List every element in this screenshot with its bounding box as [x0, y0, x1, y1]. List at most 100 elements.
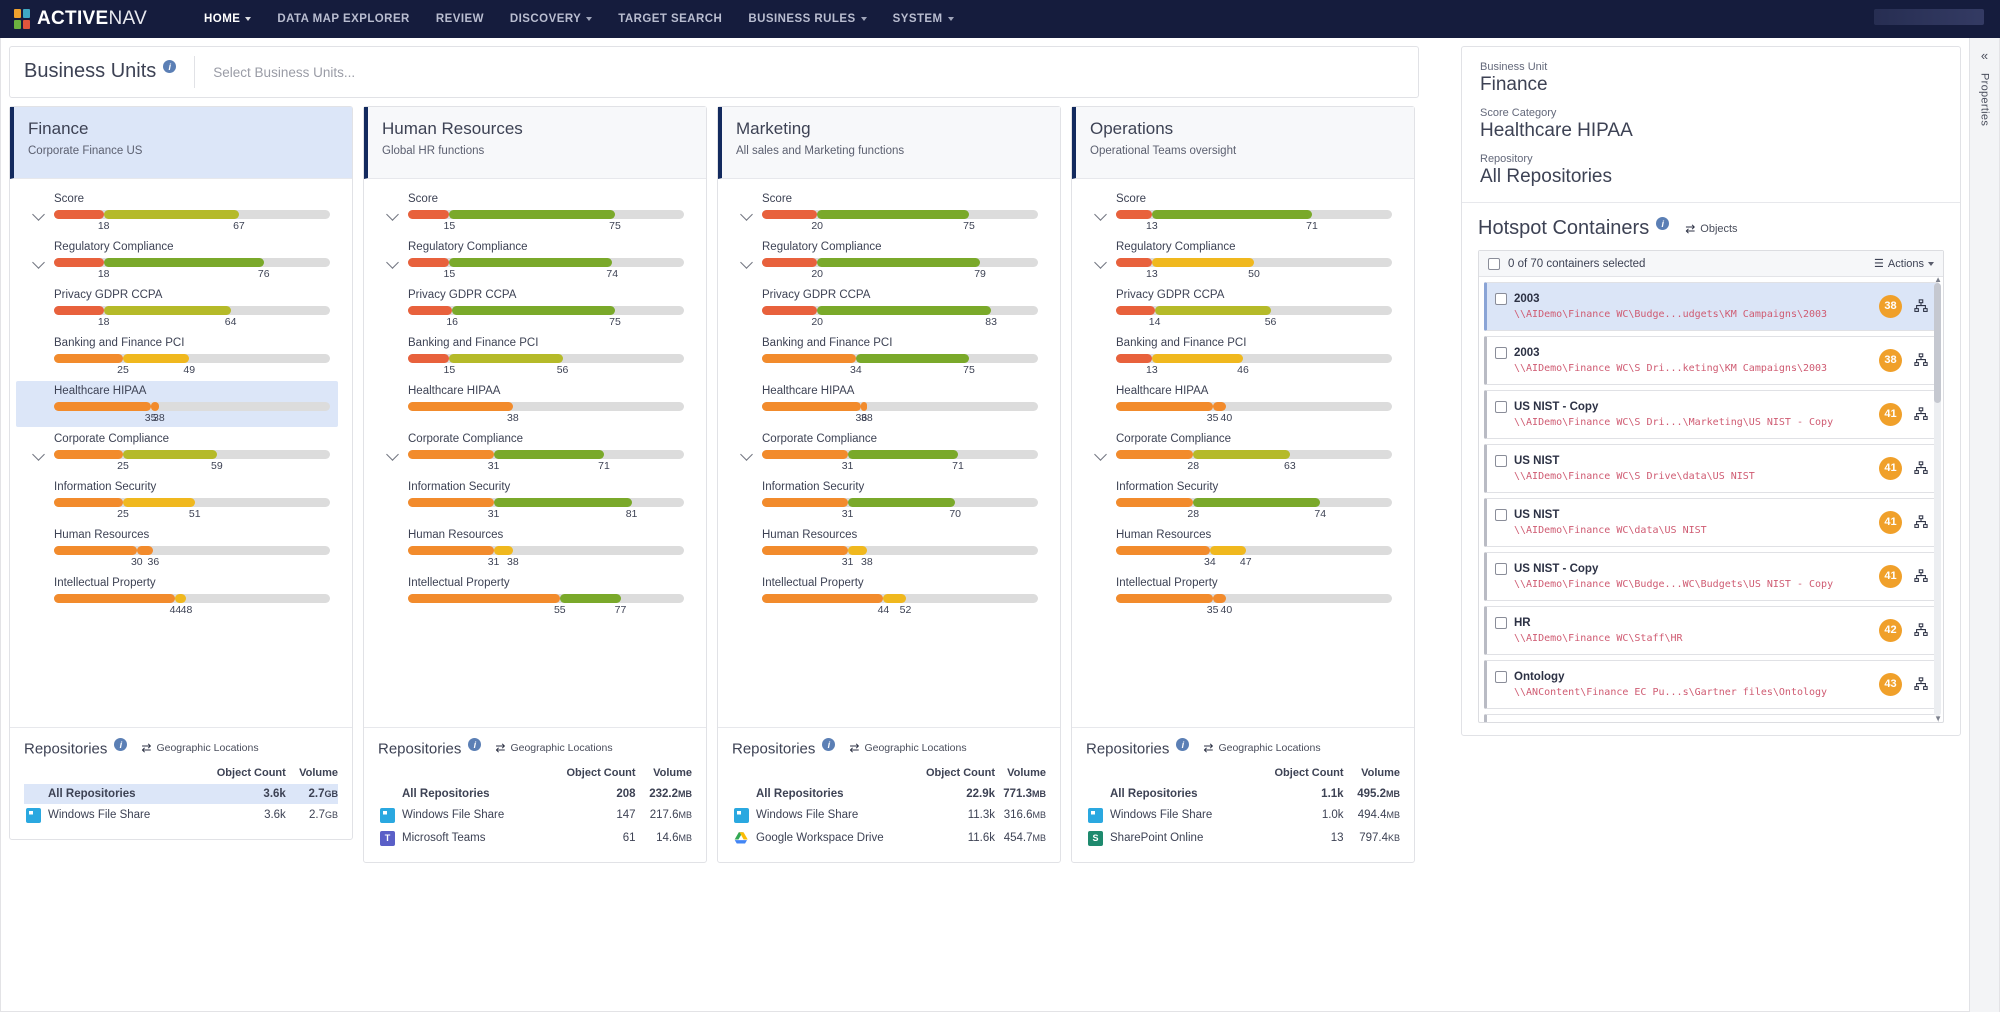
container-checkbox[interactable]: [1495, 617, 1507, 629]
geographic-locations-toggle[interactable]: ⇄Geographic Locations: [495, 742, 612, 754]
container-list-item[interactable]: US NIST\\AIDemo\Finance WC\S Drive\data\…: [1484, 444, 1939, 493]
score-row[interactable]: Human Resources3036: [16, 525, 338, 571]
scrollbar-thumb[interactable]: [1934, 283, 1941, 403]
user-account-menu[interactable]: [1874, 9, 1984, 25]
actions-menu[interactable]: ☰ Actions: [1874, 257, 1934, 270]
business-unit-card[interactable]: OperationsOperational Teams oversight Sco…: [1071, 106, 1415, 863]
info-icon[interactable]: i: [114, 738, 127, 751]
score-row[interactable]: Regulatory Compliance1876: [16, 237, 338, 283]
container-checkbox[interactable]: [1495, 347, 1507, 359]
score-row[interactable]: Privacy GDPR CCPA2083: [724, 285, 1046, 331]
container-checkbox[interactable]: [1495, 455, 1507, 467]
business-unit-card[interactable]: MarketingAll sales and Marketing functio…: [717, 106, 1061, 863]
score-row[interactable]: Privacy GDPR CCPA1456: [1078, 285, 1400, 331]
business-unit-card[interactable]: FinanceCorporate Finance US Score1867Regu…: [9, 106, 353, 840]
table-row[interactable]: SSharePoint Online13797.4KB: [1086, 827, 1400, 850]
container-list-item[interactable]: 2003\\AIDemo\Finance WC\S Dri...keting\K…: [1484, 336, 1939, 385]
hierarchy-icon[interactable]: [1912, 623, 1930, 637]
properties-rail[interactable]: « Properties: [1969, 38, 1999, 1012]
chevron-expand-icon[interactable]: [32, 448, 45, 461]
card-header[interactable]: OperationsOperational Teams oversight: [1072, 107, 1414, 179]
business-unit-card[interactable]: Human ResourcesGlobal HR functions Score1…: [363, 106, 707, 863]
score-row[interactable]: Banking and Finance PCI2549: [16, 333, 338, 379]
score-row[interactable]: Regulatory Compliance2079: [724, 237, 1046, 283]
table-row[interactable]: Windows File Share147217.6MB: [378, 804, 692, 827]
info-icon[interactable]: i: [822, 738, 835, 751]
score-row[interactable]: Corporate Compliance3171: [724, 429, 1046, 475]
chevron-expand-icon[interactable]: [1094, 256, 1107, 269]
hierarchy-icon[interactable]: [1912, 353, 1930, 367]
nav-item-system[interactable]: SYSTEM: [880, 3, 967, 35]
scroll-down-icon[interactable]: ▼: [1934, 714, 1942, 722]
nav-item-discovery[interactable]: DISCOVERY: [497, 3, 605, 35]
info-icon[interactable]: i: [1656, 217, 1669, 230]
score-row[interactable]: Banking and Finance PCI1556: [370, 333, 692, 379]
score-row[interactable]: Information Security3181: [370, 477, 692, 523]
container-list-item[interactable]: US NIST - Copy\\AIDemo\Finance WC\S Dri.…: [1484, 390, 1939, 439]
table-row[interactable]: Google Workspace Drive11.6k454.7MB: [732, 827, 1046, 850]
hierarchy-icon[interactable]: [1912, 515, 1930, 529]
table-row[interactable]: All Repositories3.6k2.7GB: [24, 784, 338, 804]
card-header[interactable]: FinanceCorporate Finance US: [10, 107, 352, 179]
select-all-checkbox[interactable]: [1488, 258, 1500, 270]
container-list-item[interactable]: US NIST - Copy\\AIDemo\Finance WC\Budge.…: [1484, 552, 1939, 601]
geographic-locations-toggle[interactable]: ⇄Geographic Locations: [141, 742, 258, 754]
chevron-expand-icon[interactable]: [386, 448, 399, 461]
score-row[interactable]: Healthcare HIPAA3540: [1078, 381, 1400, 427]
score-row[interactable]: Corporate Compliance3171: [370, 429, 692, 475]
score-row[interactable]: Privacy GDPR CCPA1864: [16, 285, 338, 331]
hierarchy-icon[interactable]: [1912, 569, 1930, 583]
table-row[interactable]: All Repositories1.1k495.2MB: [1086, 784, 1400, 804]
score-row[interactable]: Score1575: [370, 189, 692, 235]
score-row[interactable]: Healthcare HIPAA3638: [724, 381, 1046, 427]
score-row[interactable]: Healthcare HIPAA38: [370, 381, 692, 427]
score-row[interactable]: Human Resources3447: [1078, 525, 1400, 571]
container-checkbox[interactable]: [1495, 509, 1507, 521]
info-icon[interactable]: i: [1176, 738, 1189, 751]
score-row[interactable]: Banking and Finance PCI3475: [724, 333, 1046, 379]
geographic-locations-toggle[interactable]: ⇄Geographic Locations: [1203, 742, 1320, 754]
score-row[interactable]: Score1867: [16, 189, 338, 235]
table-row[interactable]: Windows File Share11.3k316.6MB: [732, 804, 1046, 827]
card-header[interactable]: Human ResourcesGlobal HR functions: [364, 107, 706, 179]
score-row[interactable]: Intellectual Property4452: [724, 573, 1046, 619]
container-checkbox[interactable]: [1495, 671, 1507, 683]
vertical-scrollbar[interactable]: [1934, 283, 1941, 716]
table-row[interactable]: All Repositories22.9k771.3MB: [732, 784, 1046, 804]
container-list-item[interactable]: Ontology\\ANContent\Finance EC Pu...s\Ga…: [1484, 660, 1939, 709]
info-icon[interactable]: i: [468, 738, 481, 751]
hierarchy-icon[interactable]: [1912, 461, 1930, 475]
score-row[interactable]: Human Resources3138: [370, 525, 692, 571]
chevron-expand-icon[interactable]: [740, 208, 753, 221]
table-row[interactable]: Windows File Share3.6k2.7GB: [24, 804, 338, 827]
score-row[interactable]: Score1371: [1078, 189, 1400, 235]
chevron-expand-icon[interactable]: [32, 208, 45, 221]
table-row[interactable]: Windows File Share1.0k494.4MB: [1086, 804, 1400, 827]
container-checkbox[interactable]: [1495, 401, 1507, 413]
hierarchy-icon[interactable]: [1912, 407, 1930, 421]
container-list-item[interactable]: 2003\\AIDemo\Finance WC\Budge...udgets\K…: [1484, 282, 1939, 331]
info-icon[interactable]: i: [163, 60, 176, 73]
chevron-expand-icon[interactable]: [1094, 448, 1107, 461]
nav-item-review[interactable]: REVIEW: [423, 3, 497, 35]
score-row[interactable]: Information Security3170: [724, 477, 1046, 523]
score-row[interactable]: Corporate Compliance2559: [16, 429, 338, 475]
score-row[interactable]: Information Security2874: [1078, 477, 1400, 523]
geographic-locations-toggle[interactable]: ⇄Geographic Locations: [849, 742, 966, 754]
select-all-area[interactable]: 0 of 70 containers selected: [1488, 258, 1645, 270]
table-row[interactable]: All Repositories208232.2MB: [378, 784, 692, 804]
chevron-expand-icon[interactable]: [740, 256, 753, 269]
score-row[interactable]: Privacy GDPR CCPA1675: [370, 285, 692, 331]
card-header[interactable]: MarketingAll sales and Marketing functio…: [718, 107, 1060, 179]
score-row[interactable]: Regulatory Compliance1574: [370, 237, 692, 283]
container-checkbox[interactable]: [1495, 293, 1507, 305]
score-row[interactable]: Banking and Finance PCI1346: [1078, 333, 1400, 379]
chevron-expand-icon[interactable]: [32, 256, 45, 269]
score-row[interactable]: Healthcare HIPAA3538: [16, 381, 338, 427]
chevron-expand-icon[interactable]: [1094, 208, 1107, 221]
score-row[interactable]: Intellectual Property3540: [1078, 573, 1400, 619]
brand-logo[interactable]: ACTIVENAV: [14, 8, 147, 30]
container-list-item[interactable]: HR\\AIDemo\Finance WC\Staff\HR42: [1484, 606, 1939, 655]
container-list-item[interactable]: US NIST\\AIDemo\Finance WC\data\US NIST4…: [1484, 498, 1939, 547]
chevron-expand-icon[interactable]: [386, 208, 399, 221]
